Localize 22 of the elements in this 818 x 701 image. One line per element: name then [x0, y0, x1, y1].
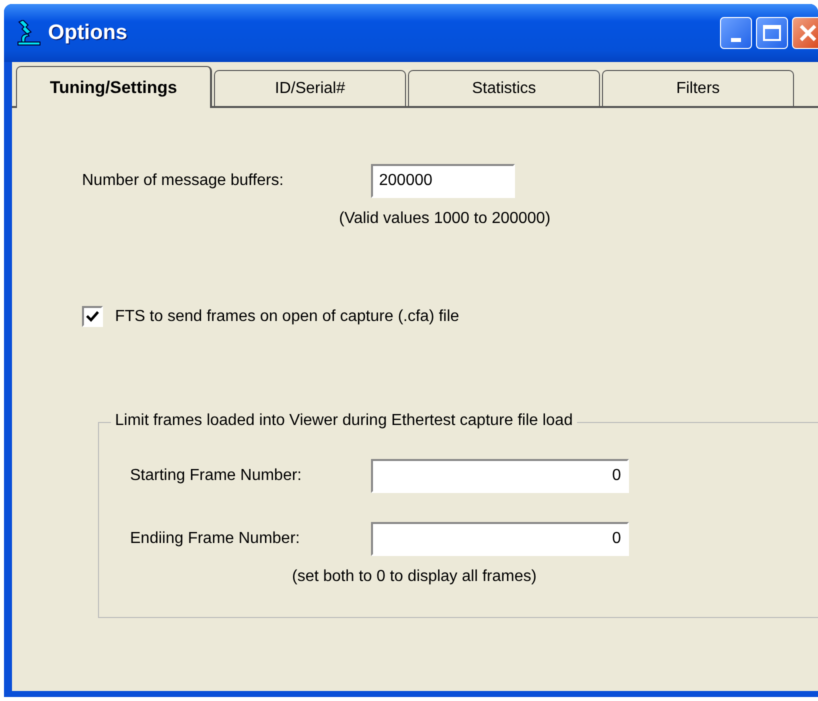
tab[interactable]: Tuning/Settings [16, 66, 212, 108]
tab[interactable]: Filters [602, 70, 794, 106]
frame-number-label: Starting Frame Number: [130, 467, 303, 485]
valid-values-note: (Valid values 1000 to 200000) [339, 210, 552, 228]
close-button[interactable] [792, 17, 818, 49]
frame-number-field[interactable]: 0 [371, 459, 629, 493]
minimize-button[interactable] [720, 17, 752, 49]
display-note: (set both to 0 to display all frames) [292, 568, 538, 586]
group-title: Limit frames loaded into Viewer during Ethertest capture file load [111, 412, 577, 430]
checkbox[interactable] [82, 306, 103, 327]
window-title: Options [48, 21, 128, 45]
check-icon [85, 309, 100, 324]
buffers-label: Number of message buffers: [82, 172, 285, 190]
microscope-icon [16, 20, 42, 46]
checkbox-label: FTS to send frames on open of capture (.cfa) file [115, 308, 460, 326]
buffers-field[interactable]: 200000 [371, 164, 515, 198]
tab[interactable]: Statistics [408, 70, 600, 106]
tab[interactable]: ID/Serial# [214, 70, 406, 106]
maximize-button[interactable] [756, 17, 788, 49]
frame-number-field[interactable]: 0 [371, 522, 629, 556]
frame-number-label: Endiing Frame Number: [130, 530, 301, 548]
close-icon [797, 22, 818, 44]
